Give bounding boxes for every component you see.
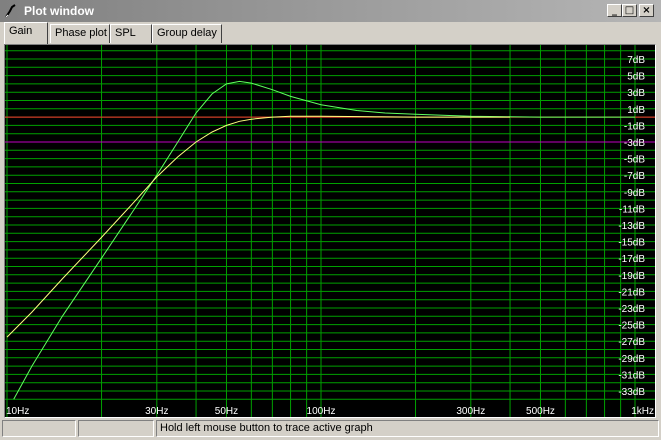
x-tick-label: 50Hz [215,406,238,417]
x-tick-label: 30Hz [145,406,168,417]
series-line-2 [6,115,510,338]
window-title: Plot window [24,4,94,18]
y-tick-label: -13dB [618,221,645,232]
y-tick-label: -15dB [618,238,645,249]
x-tick-label: 10Hz [6,406,29,417]
y-tick-label: 3dB [627,88,645,99]
tab-spl[interactable]: SPL [110,24,152,43]
tab-group-delay[interactable]: Group delay [152,24,222,43]
y-tick-label: -17dB [618,254,645,265]
maximize-button[interactable]: □ [622,4,637,17]
x-tick-label: 100Hz [307,406,336,417]
status-message: Hold left mouse button to trace active g… [156,420,659,437]
title-bar[interactable]: Plot window _ □ × [0,0,661,22]
x-tick-label: 300Hz [456,406,485,417]
y-tick-label: -5dB [624,155,645,166]
series-line-1 [13,80,635,400]
gain-plot[interactable]: 7dB 5dB 3dB 1dB -1dB -3dB -5dB -7dB -9dB -11dB -13… [4,44,656,418]
y-tick-label: -7dB [624,171,645,182]
x-tick-label: 500Hz [526,406,555,417]
minimize-button[interactable]: _ [607,4,622,17]
status-pane-1 [2,420,76,437]
status-pane-2 [78,420,154,437]
y-tick-label: -1dB [624,121,645,132]
y-tick-label: -11dB [619,204,645,215]
y-tick-label: -21dB [618,287,645,298]
status-bar: Hold left mouse button to trace active g… [0,418,661,440]
y-tick-label: -27dB [618,337,645,348]
y-tick-label: 7dB [627,55,645,66]
y-tick-label: -31dB [618,370,645,381]
tab-gain[interactable]: Gain [4,22,48,44]
close-button[interactable]: × [639,4,654,17]
y-tick-label: -29dB [618,354,645,365]
y-tick-label: 5dB [627,72,645,83]
y-tick-label: -3dB [624,138,645,149]
y-tick-label: -19dB [618,271,645,282]
x-tick-label: 1kHz [631,406,654,417]
y-tick-label: -9dB [624,188,645,199]
y-tick-label: -25dB [618,321,645,332]
gain-chart: 7dB 5dB 3dB 1dB -1dB -3dB -5dB -7dB -9dB -11dB -13… [5,45,655,417]
y-tick-label: -33dB [618,387,645,398]
app-icon [5,4,16,18]
y-tick-label: 1dB [627,105,645,116]
y-tick-label: -23dB [618,304,645,315]
tab-phase-plot[interactable]: Phase plot [50,24,110,43]
